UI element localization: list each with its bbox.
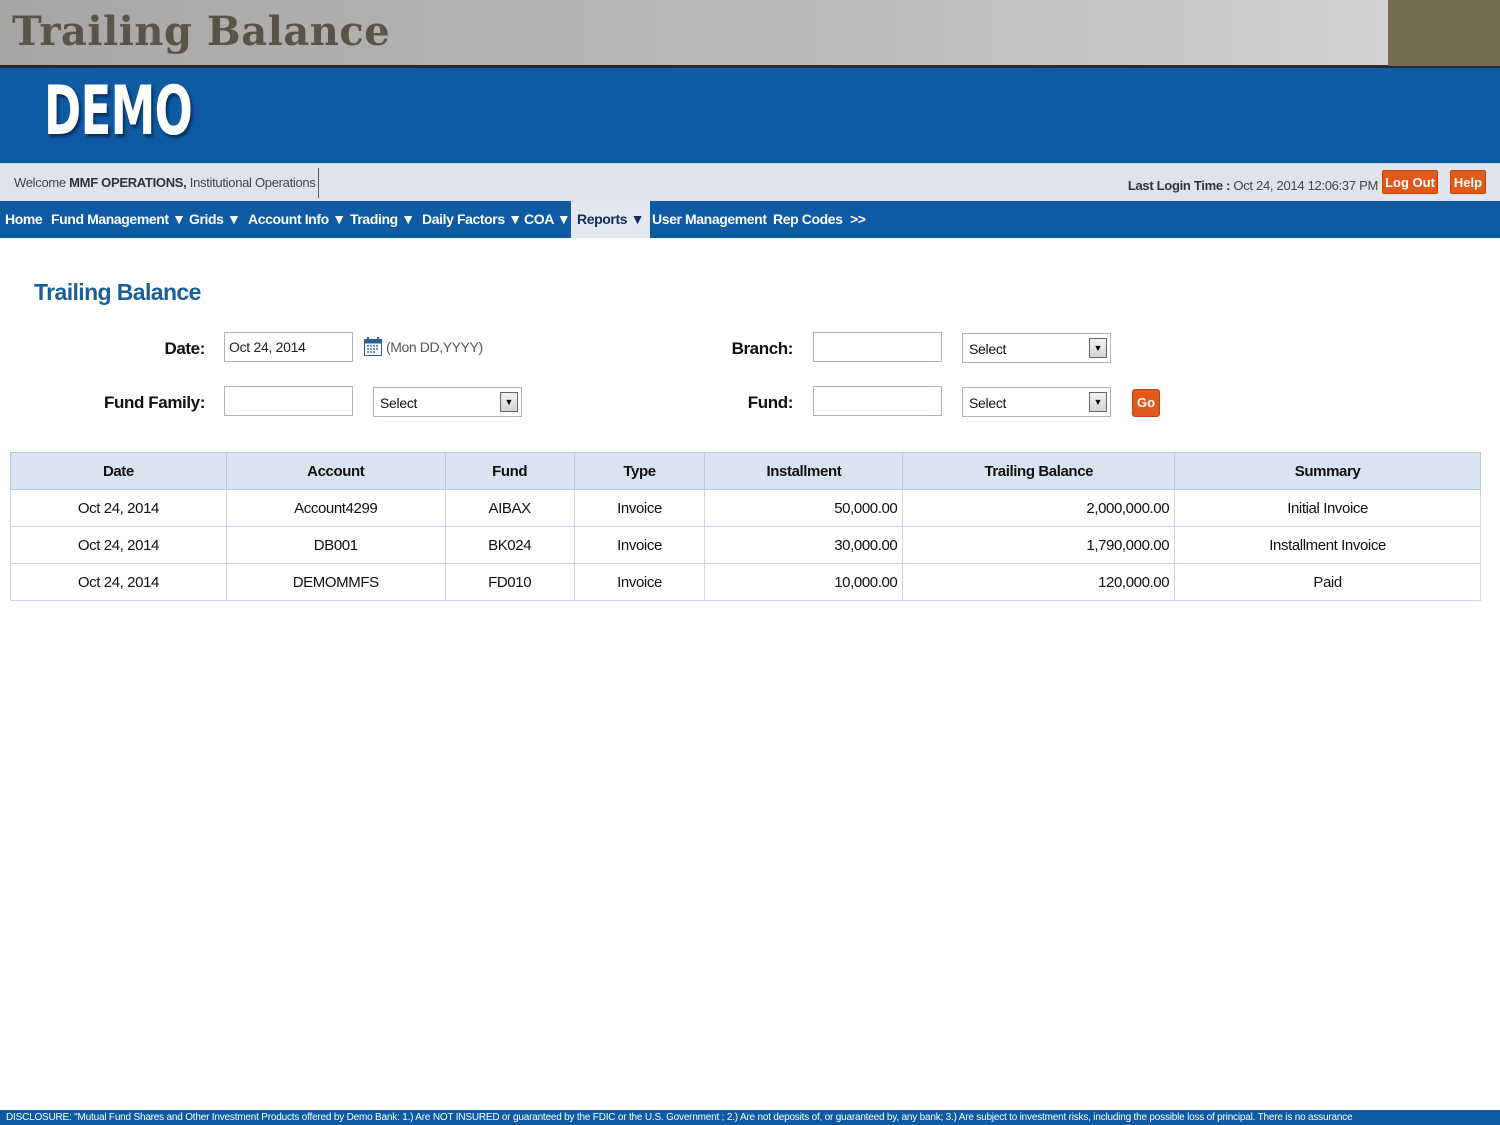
welcome-divider xyxy=(318,168,319,198)
nav-grids[interactable]: Grids ▼ xyxy=(189,201,241,238)
cell-fund: FD010 xyxy=(444,563,575,601)
table-header-row: Date Account Fund Type Installment Trail… xyxy=(10,452,1481,490)
fund-family-select[interactable]: Select ▼ xyxy=(373,387,522,417)
slide-title: Trailing Balance xyxy=(12,8,391,55)
main-nav: Home Fund Management ▼ Grids ▼ Account I… xyxy=(0,201,1500,238)
column-header-fund[interactable]: Fund xyxy=(444,452,575,490)
go-button[interactable]: Go xyxy=(1132,389,1160,417)
cell-account: DEMOMMFS xyxy=(225,563,446,601)
nav-account-info[interactable]: Account Info ▼ xyxy=(248,201,346,238)
fund-label: Fund: xyxy=(747,393,794,412)
date-input[interactable] xyxy=(224,332,353,362)
cell-date: Oct 24, 2014 xyxy=(10,526,227,564)
column-header-date[interactable]: Date xyxy=(10,452,227,490)
column-header-trailing-balance[interactable]: Trailing Balance xyxy=(902,452,1176,490)
cell-fund: BK024 xyxy=(444,526,575,564)
cell-type: Invoice xyxy=(573,526,706,564)
chevron-down-icon: ▼ xyxy=(1089,392,1107,412)
last-login-label: Last Login Time : xyxy=(1127,178,1231,193)
slide-title-bar: Trailing Balance xyxy=(0,0,1500,68)
table-row[interactable]: Oct 24, 2014 DEMOMMFS FD010 Invoice 10,0… xyxy=(10,563,1481,601)
fund-family-label: Fund Family: xyxy=(104,393,205,412)
brand-header: DEMO xyxy=(0,68,1500,163)
nav-fund-management[interactable]: Fund Management ▼ xyxy=(51,201,186,238)
cell-date: Oct 24, 2014 xyxy=(10,563,227,601)
cell-trailing-balance: 1,790,000.00 xyxy=(902,526,1176,564)
nav-reports[interactable]: Reports ▼ xyxy=(571,201,651,238)
chevron-down-icon: ▼ xyxy=(500,392,518,412)
fund-select[interactable]: Select ▼ xyxy=(962,387,1111,417)
fund-input[interactable] xyxy=(813,386,942,416)
cell-type: Invoice xyxy=(573,563,706,601)
logout-button[interactable]: Log Out xyxy=(1382,170,1438,194)
fund-family-select-value: Select xyxy=(380,395,418,411)
cell-trailing-balance: 2,000,000.00 xyxy=(902,489,1176,527)
results-table: Date Account Fund Type Installment Trail… xyxy=(10,452,1481,601)
cell-installment: 30,000.00 xyxy=(704,526,904,564)
branch-select[interactable]: Select ▼ xyxy=(962,333,1111,363)
cell-account: DB001 xyxy=(225,526,446,564)
column-header-account[interactable]: Account xyxy=(225,452,446,490)
date-format-hint: (Mon DD,YYYY) xyxy=(386,339,483,355)
table-row[interactable]: Oct 24, 2014 Account4299 AIBAX Invoice 5… xyxy=(10,489,1481,527)
cell-installment: 50,000.00 xyxy=(704,489,904,527)
welcome-org: Institutional Operations xyxy=(189,175,316,190)
nav-coa[interactable]: COA ▼ xyxy=(524,201,571,238)
slide-title-accent xyxy=(1388,0,1500,66)
last-login-value: Oct 24, 2014 12:06:37 PM xyxy=(1233,178,1378,193)
fund-select-value: Select xyxy=(969,395,1007,411)
welcome-user: MMF OPERATIONS, xyxy=(69,175,187,190)
nav-home[interactable]: Home xyxy=(5,201,43,238)
help-button[interactable]: Help xyxy=(1450,170,1486,194)
cell-account: Account4299 xyxy=(225,489,446,527)
branch-input[interactable] xyxy=(813,332,942,362)
nav-trading[interactable]: Trading ▼ xyxy=(350,201,415,238)
cell-installment: 10,000.00 xyxy=(704,563,904,601)
welcome-bar: Welcome MMF OPERATIONS, Institutional Op… xyxy=(0,163,1500,201)
table-row[interactable]: Oct 24, 2014 DB001 BK024 Invoice 30,000.… xyxy=(10,526,1481,564)
cell-type: Invoice xyxy=(573,489,706,527)
disclosure-text: DISCLOSURE: "Mutual Fund Shares and Othe… xyxy=(0,1110,1500,1125)
calendar-icon[interactable] xyxy=(364,337,382,356)
date-label: Date: xyxy=(164,339,205,358)
column-header-installment[interactable]: Installment xyxy=(704,452,904,490)
cell-trailing-balance: 120,000.00 xyxy=(902,563,1176,601)
welcome-prefix: Welcome xyxy=(14,175,66,190)
branch-select-value: Select xyxy=(969,341,1007,357)
brand-logo: DEMO xyxy=(44,72,193,151)
column-header-summary[interactable]: Summary xyxy=(1174,452,1481,490)
cell-summary: Installment Invoice xyxy=(1174,526,1481,564)
cell-fund: AIBAX xyxy=(444,489,575,527)
last-login-info: Last Login Time : Oct 24, 2014 12:06:37 … xyxy=(1128,178,1378,193)
welcome-text: Welcome MMF OPERATIONS, Institutional Op… xyxy=(14,175,316,190)
cell-summary: Paid xyxy=(1174,563,1481,601)
nav-user-management[interactable]: User Management xyxy=(652,201,767,238)
cell-date: Oct 24, 2014 xyxy=(10,489,227,527)
fund-family-input[interactable] xyxy=(224,386,353,416)
cell-summary: Initial Invoice xyxy=(1174,489,1481,527)
nav-daily-factors[interactable]: Daily Factors ▼ xyxy=(422,201,522,238)
column-header-type[interactable]: Type xyxy=(573,452,706,490)
page-title: Trailing Balance xyxy=(34,279,201,305)
chevron-down-icon: ▼ xyxy=(1089,338,1107,358)
branch-label: Branch: xyxy=(731,339,794,358)
nav-rep-codes[interactable]: Rep Codes xyxy=(773,201,843,238)
nav-more[interactable]: >> xyxy=(850,201,866,238)
